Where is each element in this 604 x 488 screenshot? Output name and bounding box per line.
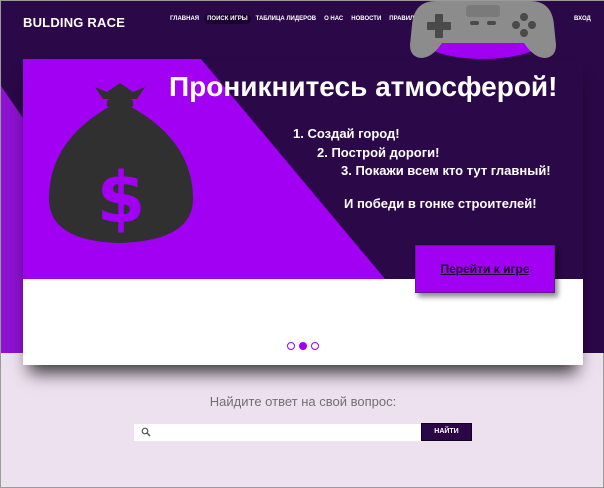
search-input[interactable] (155, 424, 415, 441)
step-3-text: 3. Покажи всем кто тут главный! (341, 163, 551, 178)
nav-item-leaderboard[interactable]: ТАБЛИЦА ЛИДЕРОВ (253, 14, 319, 24)
nav-item-news[interactable]: НОВОСТИ (348, 14, 384, 24)
banner-tagline: И победи в гонке строителей! (344, 196, 537, 211)
carousel-dot[interactable] (287, 342, 295, 350)
search-heading: Найдите ответ на свой вопрос: (209, 394, 397, 409)
login-link[interactable]: ВХОД (574, 16, 591, 22)
carousel-dot-active[interactable] (299, 342, 307, 350)
gamepad-icon (410, 1, 556, 59)
banner-title: Проникнитесь атмосферой! (169, 71, 558, 102)
search-icon (141, 427, 151, 437)
hero-carousel: $ Проникнитесь атмосферой! 1. Создай гор… (23, 59, 583, 365)
carousel-indicators (287, 342, 323, 350)
svg-text:$: $ (97, 157, 146, 239)
step-1-text: 1. Создай город! (293, 126, 400, 141)
carousel-dot[interactable] (311, 342, 319, 350)
nav-item-find-game[interactable]: ПОИСК ИГРЫ (204, 14, 251, 24)
main-nav: ГЛАВНАЯ ПОИСК ИГРЫ ТАБЛИЦА ЛИДЕРОВ О НАС… (167, 14, 424, 24)
nav-item-about[interactable]: О НАС (321, 14, 346, 24)
banner-artwork: $ (23, 59, 583, 279)
nav-item-home[interactable]: ГЛАВНАЯ (167, 14, 202, 24)
step-2-text: 2. Построй дороги! (317, 145, 440, 160)
search-button[interactable]: НАЙТИ (421, 423, 472, 441)
go-to-game-button[interactable]: Перейти к игре (415, 245, 555, 293)
site-logo[interactable]: BULDING RACE (23, 15, 125, 30)
